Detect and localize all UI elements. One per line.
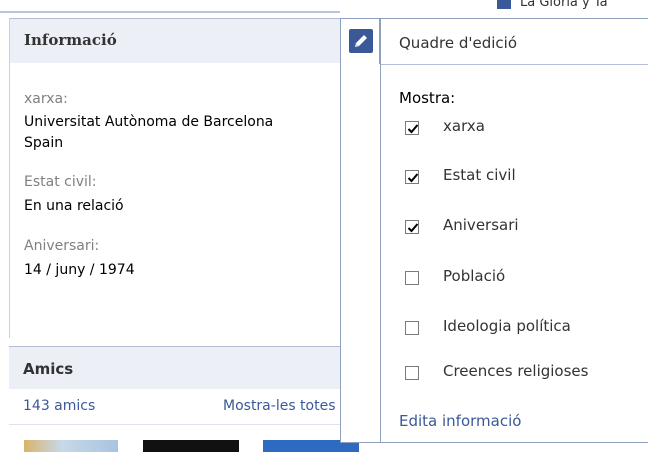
friends-divider xyxy=(9,424,379,425)
show-label: Mostra: xyxy=(399,89,456,107)
dropdown-left-column xyxy=(340,63,381,443)
field-value-network-country: Spain xyxy=(24,135,64,151)
info-title: Informació xyxy=(24,31,117,49)
edit-pencil-icon xyxy=(349,29,373,53)
top-divider xyxy=(0,11,340,13)
top-strip: La Gloria y Ta xyxy=(0,0,648,14)
checkbox[interactable] xyxy=(405,321,419,335)
dropdown-separator xyxy=(381,64,648,65)
friends-count-link[interactable]: 143 amics xyxy=(23,398,95,414)
info-header: Informació xyxy=(10,18,380,63)
field-label-marital: Estat civil: xyxy=(24,174,97,190)
option-label: Aniversari xyxy=(443,216,519,234)
checkmark-icon xyxy=(407,124,419,134)
info-panel: Informació xarxa: Universitat Autònoma d… xyxy=(9,18,380,338)
option-label: Creences religioses xyxy=(443,362,589,380)
checkbox[interactable] xyxy=(405,121,419,135)
field-value-marital: En una relació xyxy=(24,198,124,214)
friends-header: Amics xyxy=(9,346,379,389)
field-value-birthday: 14 / juny / 1974 xyxy=(24,262,135,278)
option-label: xarxa xyxy=(443,117,485,135)
dropdown-title: Quadre d'edició xyxy=(399,34,518,52)
option-label: Ideologia política xyxy=(443,317,571,335)
edit-box-dropdown: Quadre d'edició Mostra: xarxa Estat civi… xyxy=(380,18,648,443)
field-value-network-school[interactable]: Universitat Autònoma de Barcelona xyxy=(24,114,273,130)
edit-box-button[interactable] xyxy=(340,18,380,64)
top-peek-text[interactable]: La Gloria y Ta xyxy=(520,0,608,10)
checkbox[interactable] xyxy=(405,170,419,184)
checkbox[interactable] xyxy=(405,220,419,234)
checkbox[interactable] xyxy=(405,271,419,285)
friend-thumbnail[interactable] xyxy=(24,440,118,452)
field-label-network: xarxa: xyxy=(24,91,68,107)
checkmark-icon xyxy=(407,223,419,233)
field-label-birthday: Aniversari: xyxy=(24,238,100,254)
checkmark-icon xyxy=(407,173,419,183)
friend-thumbnail[interactable] xyxy=(143,440,239,452)
option-label: Estat civil xyxy=(443,166,516,184)
friends-title: Amics xyxy=(23,360,74,378)
option-label: Població xyxy=(443,267,506,285)
checkbox[interactable] xyxy=(405,366,419,380)
edit-info-link[interactable]: Edita informació xyxy=(399,412,521,430)
top-thumbnail[interactable] xyxy=(497,0,511,9)
show-all-friends-link[interactable]: Mostra-les totes xyxy=(223,398,336,414)
